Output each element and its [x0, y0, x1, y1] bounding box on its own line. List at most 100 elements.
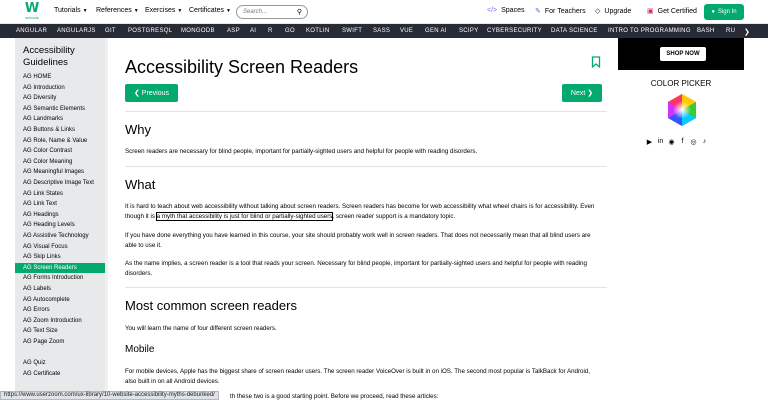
- instagram-icon[interactable]: ◎: [689, 137, 698, 146]
- subject-nav-item[interactable]: ANGULAR: [16, 28, 47, 34]
- sidebar-item[interactable]: AG Labels: [15, 284, 105, 294]
- diamond-icon: ◇: [595, 8, 601, 15]
- subject-nav-bar: ANGULAR ANGULARJS GIT POSTGRESQL MONGODB…: [0, 24, 768, 38]
- sidebar-item[interactable]: AG Quiz: [15, 358, 105, 368]
- paragraph: Screen readers are necessary for blind p…: [125, 148, 478, 155]
- subject-nav-item[interactable]: GIT: [105, 28, 116, 34]
- sidebar-item[interactable]: AG Heading Levels: [15, 220, 105, 230]
- subject-nav-item[interactable]: VUE: [400, 28, 413, 34]
- divider: [125, 166, 607, 167]
- teacher-icon: ✎: [535, 8, 541, 15]
- facebook-icon[interactable]: f: [678, 137, 687, 146]
- color-picker-title: COLOR PICKER: [650, 79, 712, 88]
- sidebar: Accessibility Guidelines AG HOME AG Intro…: [15, 38, 105, 400]
- section-heading-mobile: Mobile: [125, 344, 155, 355]
- sidebar-item[interactable]: AG Visual Focus: [15, 242, 105, 252]
- sidebar-item[interactable]: AG Autocomplete: [15, 295, 105, 305]
- sidebar-scrollbar[interactable]: [105, 38, 108, 400]
- w3schools-logo[interactable]: W schools: [21, 2, 43, 22]
- search-icon[interactable]: ⚲: [297, 8, 302, 16]
- sidebar-item[interactable]: AG Screen Readers: [15, 262, 105, 273]
- color-picker-icon[interactable]: [665, 93, 699, 127]
- sidebar-item[interactable]: AG Diversity: [15, 93, 105, 103]
- nav-tutorials[interactable]: Tutorials ▼: [54, 7, 88, 14]
- section-heading-common-readers: Most common screen readers: [125, 298, 297, 313]
- nav-certificates[interactable]: Certificates ▼: [189, 7, 231, 14]
- previous-button[interactable]: ❮ Previous: [125, 84, 178, 102]
- bookmark-icon[interactable]: [591, 56, 601, 68]
- subject-nav-item[interactable]: ASP: [227, 28, 240, 34]
- sidebar-item[interactable]: AG Errors: [15, 305, 105, 315]
- subject-nav-item[interactable]: INTRO TO PROGRAMMING: [608, 28, 691, 34]
- paragraph: It is hard to teach about web accessibil…: [125, 203, 595, 221]
- user-icon: ●: [711, 9, 715, 15]
- section-heading-why: Why: [125, 122, 151, 137]
- for-teachers-link[interactable]: ✎ For Teachers: [535, 7, 586, 16]
- sidebar-item[interactable]: AG Role, Name & Value: [15, 136, 105, 146]
- sidebar-item[interactable]: AG Assistive Technology: [15, 231, 105, 241]
- sidebar-item[interactable]: AG Page Zoom: [15, 337, 105, 347]
- shop-now-button[interactable]: SHOP NOW: [660, 47, 706, 61]
- subject-nav-item[interactable]: AI: [250, 28, 256, 34]
- sidebar-item[interactable]: AG Color Meaning: [15, 157, 105, 167]
- caret-down-icon: ▼: [177, 7, 183, 14]
- subject-nav-item[interactable]: MONGODB: [181, 28, 215, 34]
- caret-down-icon: ▼: [82, 7, 88, 14]
- sidebar-item[interactable]: AG Forms Introduction: [15, 273, 105, 283]
- subject-nav-item[interactable]: SCIPY: [459, 28, 479, 34]
- subject-nav-item[interactable]: SWIFT: [342, 28, 362, 34]
- sidebar-item[interactable]: AG Introduction: [15, 83, 105, 93]
- paragraph: For mobile devices, Apple has the bigges…: [125, 368, 590, 385]
- subject-nav-item[interactable]: BASH: [697, 28, 715, 34]
- sidebar-item[interactable]: AG Certificate: [15, 369, 105, 379]
- sidebar-item[interactable]: AG Text Size: [15, 326, 105, 336]
- tiktok-icon[interactable]: ♪: [700, 137, 709, 146]
- sidebar-item[interactable]: AG Semantic Elements: [15, 104, 105, 114]
- youtube-icon[interactable]: ▶: [645, 137, 654, 146]
- sidebar-item[interactable]: AG HOME: [15, 72, 105, 82]
- get-certified-link[interactable]: ▣ Get Certified: [647, 7, 697, 16]
- next-button[interactable]: Next ❯: [562, 84, 602, 102]
- divider: [125, 287, 607, 288]
- sidebar-heading: Accessibility Guidelines: [23, 45, 75, 68]
- nav-references[interactable]: References ▼: [96, 7, 139, 14]
- nav-scroll-right-icon[interactable]: ❯: [744, 28, 750, 36]
- sidebar-item[interactable]: AG Skip Links: [15, 252, 105, 262]
- sign-in-button[interactable]: ● Sign In: [704, 4, 744, 20]
- sidebar-item[interactable]: AG Zoom Introduction: [15, 316, 105, 326]
- code-icon: </>: [487, 7, 498, 14]
- search-input[interactable]: Search... ⚲: [236, 5, 308, 19]
- subject-nav-item[interactable]: R: [268, 28, 273, 34]
- subject-nav-item[interactable]: ANGULARJS: [57, 28, 96, 34]
- discord-icon[interactable]: ◉: [667, 137, 676, 146]
- sidebar-item[interactable]: AG Link States: [15, 189, 105, 199]
- social-links: ▶ in ◉ f ◎ ♪: [645, 137, 709, 146]
- caret-down-icon: ▼: [226, 7, 231, 14]
- section-heading-what: What: [125, 177, 156, 192]
- subject-nav-item[interactable]: GEN AI: [425, 28, 447, 34]
- subject-nav-item[interactable]: GO: [285, 28, 295, 34]
- subject-nav-item[interactable]: RU: [726, 28, 735, 34]
- certificate-icon: ▣: [647, 8, 654, 15]
- myth-article-link[interactable]: a myth that accessibility is just for bl…: [155, 212, 334, 221]
- sidebar-item[interactable]: AG Descriptive Image Text: [15, 178, 105, 188]
- link-status-bar: https://www.userzoom.com/ux-library/10-w…: [0, 391, 219, 400]
- divider: [125, 111, 607, 112]
- sidebar-item[interactable]: AG Link Text: [15, 199, 105, 209]
- spaces-link[interactable]: </> Spaces: [487, 7, 524, 14]
- subject-nav-item[interactable]: CYBERSECURITY: [487, 28, 542, 34]
- subject-nav-item[interactable]: POSTGRESQL: [128, 28, 172, 34]
- top-bar: W schools Tutorials ▼ References ▼ Exercis…: [0, 0, 768, 24]
- subject-nav-item[interactable]: DATA SCIENCE: [551, 28, 598, 34]
- paragraph: As the name implies, a screen reader is …: [125, 260, 587, 277]
- sidebar-item[interactable]: AG Buttons & Links: [15, 125, 105, 135]
- subject-nav-item[interactable]: SASS: [373, 28, 390, 34]
- subject-nav-item[interactable]: KOTLIN: [306, 28, 329, 34]
- sidebar-item[interactable]: AG Headings: [15, 210, 105, 220]
- sidebar-item[interactable]: AG Meaningful Images: [15, 167, 105, 177]
- sidebar-item[interactable]: AG Landmarks: [15, 114, 105, 124]
- upgrade-link[interactable]: ◇ Upgrade: [595, 7, 631, 16]
- sidebar-item[interactable]: AG Color Contrast: [15, 146, 105, 156]
- nav-exercises[interactable]: Exercises ▼: [145, 7, 182, 14]
- linkedin-icon[interactable]: in: [656, 137, 665, 146]
